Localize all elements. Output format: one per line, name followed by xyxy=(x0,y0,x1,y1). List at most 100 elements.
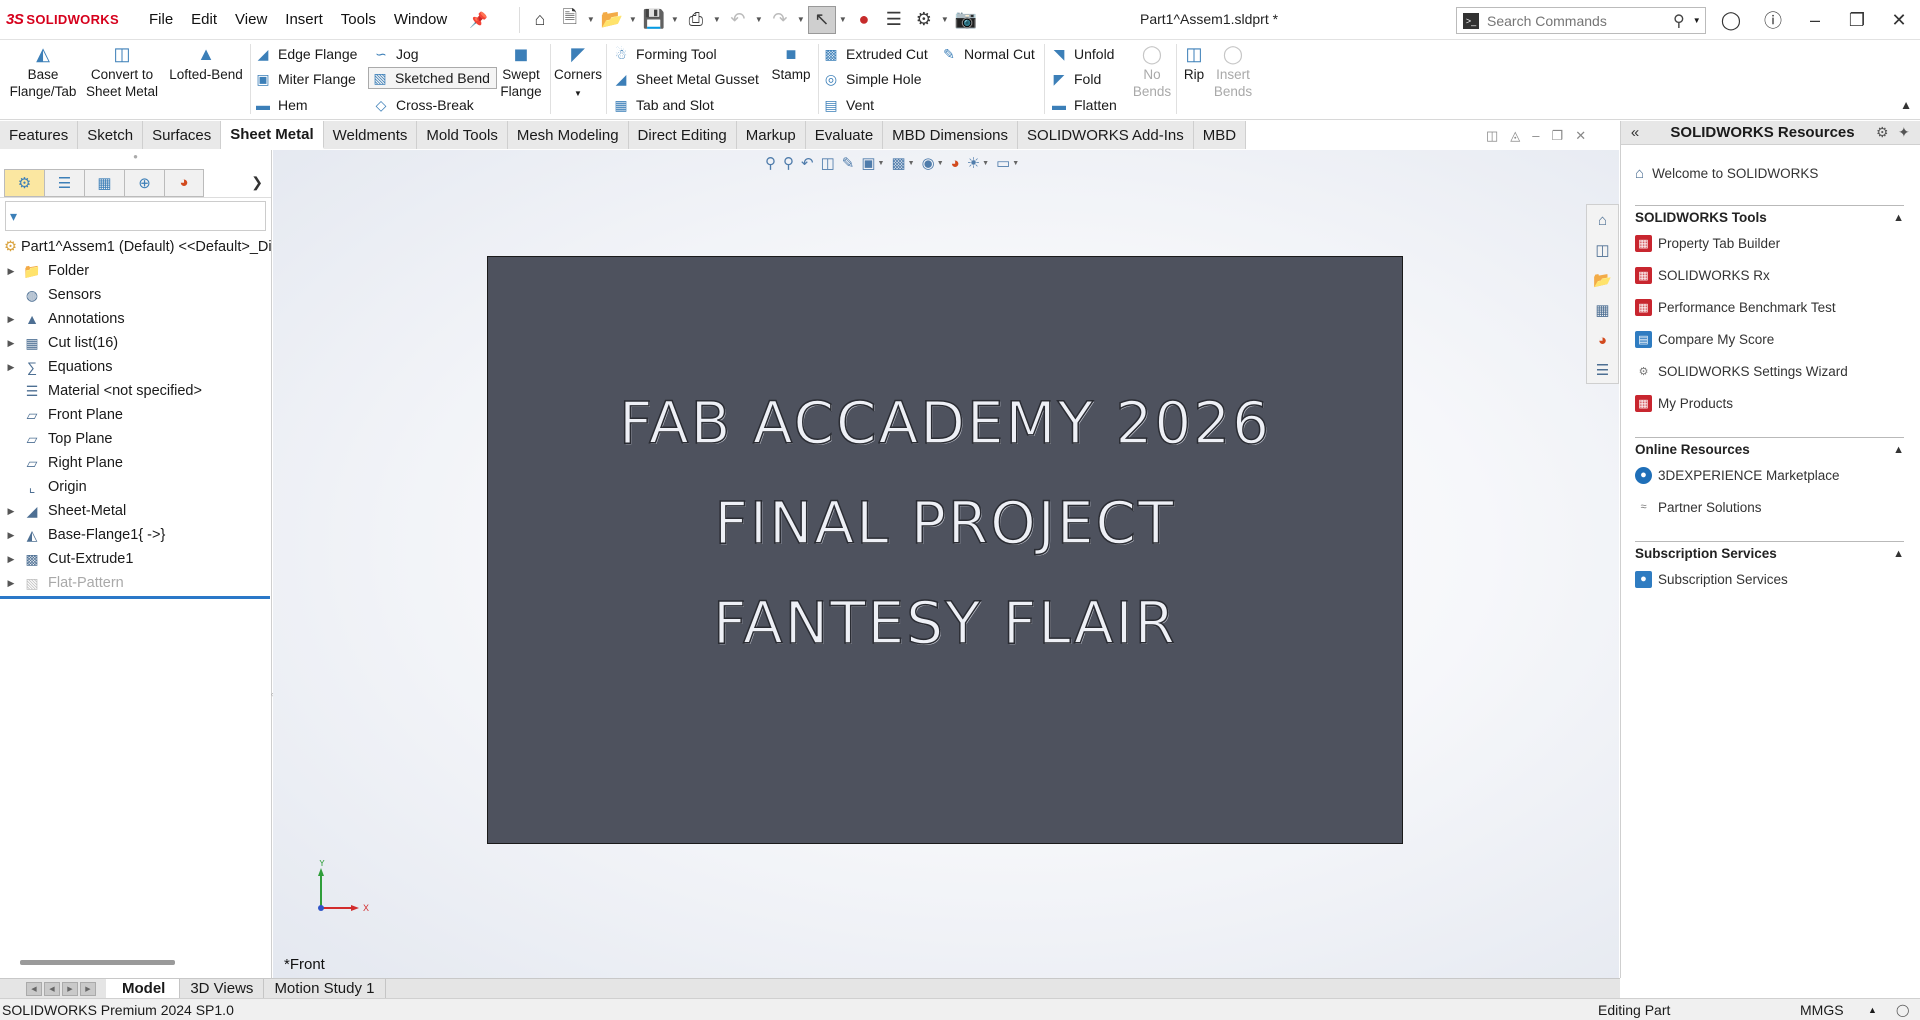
tree-item-base-flange[interactable]: ▶ ◭ Base-Flange1{ ->} xyxy=(0,523,271,547)
section-view-icon[interactable]: ◫ xyxy=(821,154,835,172)
unit-system[interactable]: MMGS xyxy=(1800,1002,1844,1018)
chevron-down-icon[interactable]: ▼ xyxy=(1012,160,1019,167)
menu-edit[interactable]: Edit xyxy=(182,11,226,28)
fold-button[interactable]: ◤ Fold xyxy=(1050,68,1102,90)
tab-sheet-metal[interactable]: Sheet Metal xyxy=(221,121,324,149)
display-style-icon[interactable]: ▩ xyxy=(891,154,905,172)
tab-mesh-modeling[interactable]: Mesh Modeling xyxy=(507,121,629,149)
home-icon[interactable]: ⌂ xyxy=(526,6,554,34)
tab-mold-tools[interactable]: Mold Tools xyxy=(417,121,508,149)
view-palette-icon[interactable]: ▦ xyxy=(1595,299,1609,321)
chevron-down-icon[interactable]: ▼ xyxy=(908,160,915,167)
search-icon[interactable]: ⚲ xyxy=(1673,11,1685,31)
miter-flange-button[interactable]: ▣ Miter Flange xyxy=(254,68,355,90)
configuration-manager-tab-icon[interactable]: ▦ xyxy=(84,168,124,197)
rebuild-status-icon[interactable]: ◯ xyxy=(1896,1003,1909,1017)
no-bends-button[interactable]: ◯ No Bends xyxy=(1130,44,1174,100)
welcome-link[interactable]: ⌂ Welcome to SOLIDWORKS xyxy=(1635,159,1904,187)
collapse-pane-icon[interactable]: « xyxy=(1621,124,1649,141)
tree-item-cut-list[interactable]: ▶ ▦ Cut list(16) xyxy=(0,331,271,355)
first-tab-icon[interactable]: ◀ xyxy=(26,981,42,996)
tab-model[interactable]: Model xyxy=(106,979,181,998)
chevron-down-icon[interactable]: ▼ xyxy=(937,160,944,167)
tab-solidworks-add-ins[interactable]: SOLIDWORKS Add-Ins xyxy=(1018,121,1194,149)
redo-icon[interactable]: ↷ xyxy=(766,6,794,34)
edit-appearance-icon[interactable]: ◕ xyxy=(951,155,960,172)
tree-filter[interactable]: ▾ xyxy=(5,201,266,231)
tree-item-folder[interactable]: ▶ 📁 Folder xyxy=(0,259,271,283)
chevron-down-icon[interactable]: ▼ xyxy=(878,160,885,167)
tab-sketch[interactable]: Sketch xyxy=(78,121,144,149)
flatten-button[interactable]: ▬ Flatten xyxy=(1050,94,1117,116)
tree-root[interactable]: ⚙ Part1^Assem1 (Default) <<Default>_Disp… xyxy=(0,235,271,259)
chevron-down-icon[interactable]: ▼ xyxy=(754,15,764,24)
undo-icon[interactable]: ↶ xyxy=(724,6,752,34)
chevron-down-icon[interactable]: ▼ xyxy=(796,15,806,24)
tab-surfaces[interactable]: Surfaces xyxy=(143,121,222,149)
tab-mbd[interactable]: MBD xyxy=(1193,121,1247,149)
pin-icon[interactable]: ✦ xyxy=(1898,124,1920,141)
close-icon[interactable]: ✕ xyxy=(1575,128,1586,144)
tab-mbd-dimensions[interactable]: MBD Dimensions xyxy=(883,121,1019,149)
search-input[interactable] xyxy=(1487,12,1667,29)
chevron-down-icon[interactable]: ▼ xyxy=(1693,16,1701,25)
stamp-button[interactable]: ■ Stamp xyxy=(766,44,816,83)
base-flange-button[interactable]: ◭ Base Flange/Tab xyxy=(8,44,78,100)
sheet-metal-gusset-button[interactable]: ◢ Sheet Metal Gusset xyxy=(612,68,759,90)
hem-button[interactable]: ▬ Hem xyxy=(254,94,308,116)
file-properties-icon[interactable]: ☰ xyxy=(880,6,908,34)
rebuild-icon[interactable]: ● xyxy=(850,6,878,34)
cross-break-button[interactable]: ◇ Cross-Break xyxy=(372,94,474,116)
tile-left-icon[interactable]: ◫ xyxy=(1486,128,1498,144)
tree-item-equations[interactable]: ▶ ∑ Equations xyxy=(0,355,271,379)
section-header[interactable]: Subscription Services ▲ xyxy=(1635,541,1904,563)
expand-icon[interactable]: ▶ xyxy=(0,362,22,373)
section-header[interactable]: Online Resources ▲ xyxy=(1635,437,1904,459)
tree-item-origin[interactable]: ⌞ Origin xyxy=(0,475,271,499)
chevron-down-icon[interactable]: ▼ xyxy=(586,15,596,24)
menu-window[interactable]: Window xyxy=(385,11,456,28)
last-tab-icon[interactable]: ▶ xyxy=(80,981,96,996)
tab-weldments[interactable]: Weldments xyxy=(323,121,418,149)
dynamic-annotation-icon[interactable]: ✎ xyxy=(842,154,855,172)
chevron-down-icon[interactable]: ▼ xyxy=(982,160,989,167)
insert-bends-button[interactable]: ◯ Insert Bends xyxy=(1212,44,1254,100)
custom-properties-icon[interactable]: ☰ xyxy=(1596,359,1609,381)
edge-flange-button[interactable]: ◢ Edge Flange xyxy=(254,43,358,65)
feature-manager-tab-icon[interactable]: ⚙ xyxy=(4,168,44,197)
compare-my-score-link[interactable]: ▤ Compare My Score xyxy=(1635,323,1904,355)
dimxpert-manager-tab-icon[interactable]: ⊕ xyxy=(124,168,164,197)
chevron-down-icon[interactable]: ▼ xyxy=(940,15,950,24)
menu-insert[interactable]: Insert xyxy=(276,11,332,28)
graphics-area[interactable]: ⚲ ⚲ ↶ ◫ ✎ ▣ ▼ ▩ ▼ ◉ ▼ ◕ ☀ ▼ ▭ ▼ FAB ACCA… xyxy=(273,150,1619,978)
tree-item-sheet-metal[interactable]: ▶ ◢ Sheet-Metal xyxy=(0,499,271,523)
property-manager-tab-icon[interactable]: ☰ xyxy=(44,168,84,197)
print-icon[interactable]: ⎙ xyxy=(682,6,710,34)
vent-button[interactable]: ▤ Vent xyxy=(822,94,874,116)
tab-direct-editing[interactable]: Direct Editing xyxy=(628,121,737,149)
minimize-icon[interactable]: – xyxy=(1794,10,1836,31)
display-manager-tab-icon[interactable]: ◕ xyxy=(164,168,204,197)
restore-icon[interactable]: ❐ xyxy=(1836,10,1878,31)
chevron-down-icon[interactable]: ▼ xyxy=(838,15,848,24)
expand-icon[interactable]: ▶ xyxy=(0,266,22,277)
pane-grip-icon[interactable]: ● xyxy=(0,150,271,168)
chevron-up-icon[interactable]: ▲ xyxy=(1893,444,1904,456)
unfold-button[interactable]: ◥ Unfold xyxy=(1050,43,1115,65)
sheet-metal-plate[interactable]: FAB ACCADEMY 2026 FINAL PROJECT FANTESY … xyxy=(487,256,1403,844)
tree-item-right-plane[interactable]: ▱ Right Plane xyxy=(0,451,271,475)
chevron-right-icon[interactable]: ❯ xyxy=(251,174,263,191)
chevron-up-icon[interactable]: ▲ xyxy=(1893,548,1904,560)
tree-item-sensors[interactable]: ◍ Sensors xyxy=(0,283,271,307)
corners-button[interactable]: ◤ Corners ▼ xyxy=(552,44,604,102)
forming-tool-button[interactable]: ☃ Forming Tool xyxy=(612,43,717,65)
sketched-bend-button[interactable]: ▧ Sketched Bend xyxy=(368,67,497,89)
open-folder-icon[interactable]: 📂 xyxy=(598,6,626,34)
rollback-bar[interactable] xyxy=(0,596,270,599)
lofted-bend-button[interactable]: ▲ Lofted-Bend xyxy=(166,44,246,83)
settings-wizard-link[interactable]: ⚙ SOLIDWORKS Settings Wizard xyxy=(1635,355,1904,387)
file-explorer-icon[interactable]: 📂 xyxy=(1593,269,1612,291)
minimize-icon[interactable]: – xyxy=(1532,128,1539,144)
zoom-to-area-icon[interactable]: ⚲ xyxy=(783,154,794,172)
tile-right-icon[interactable]: ◬ xyxy=(1510,128,1520,144)
